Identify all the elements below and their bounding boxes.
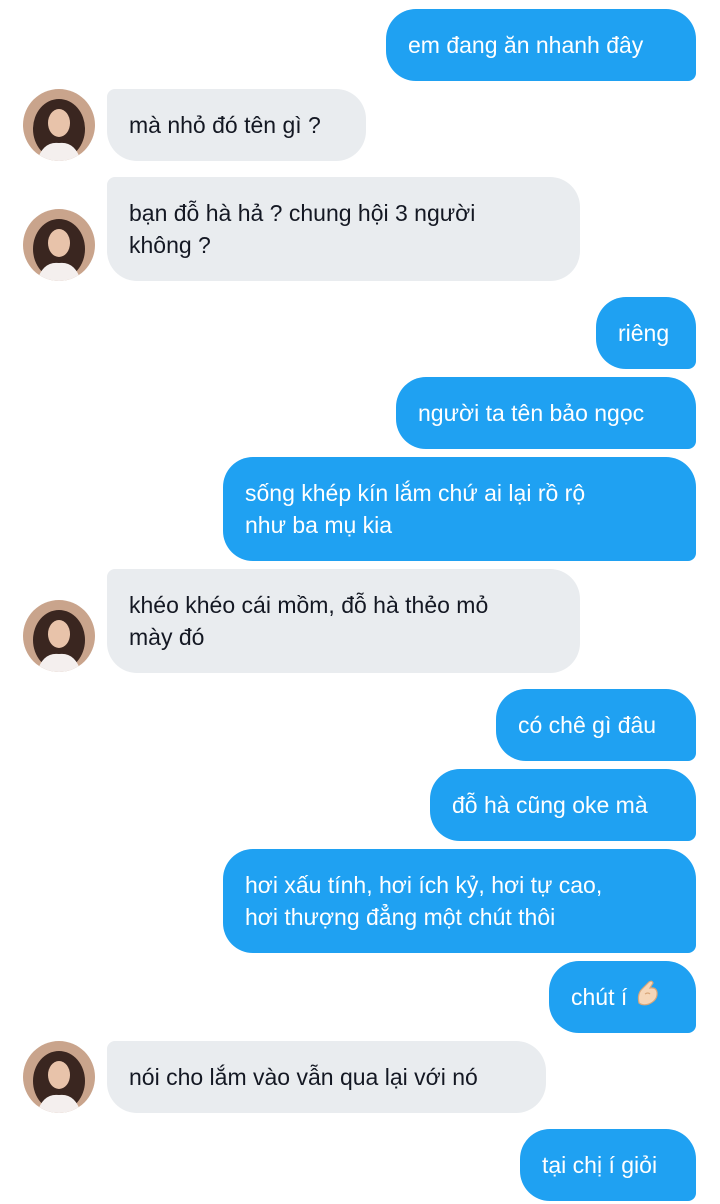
- avatar-photo-icon: [23, 600, 95, 672]
- message-bubble-incoming[interactable]: khéo khéo cái mồm, đỗ hà thẻo mỏ mày đó: [107, 569, 580, 673]
- message-text: hơi xấu tính, hơi ích kỷ, hơi tự cao, hơ…: [245, 872, 603, 930]
- message-bubble-outgoing[interactable]: có chê gì đâu: [496, 689, 696, 761]
- message-text: sống khép kín lắm chứ ai lại rồ rộ như b…: [245, 480, 586, 538]
- message-bubble-outgoing[interactable]: sống khép kín lắm chứ ai lại rồ rộ như b…: [223, 457, 696, 561]
- avatar-photo-icon: [23, 209, 95, 281]
- message-text: nói cho lắm vào vẫn qua lại với nó: [129, 1064, 478, 1090]
- message-bubble-outgoing[interactable]: chút í: [549, 961, 696, 1033]
- message-bubble-outgoing[interactable]: riêng: [596, 297, 696, 369]
- contact-avatar[interactable]: [23, 600, 95, 672]
- message-bubble-outgoing[interactable]: hơi xấu tính, hơi ích kỷ, hơi tự cao, hơ…: [223, 849, 696, 953]
- message-text: có chê gì đâu: [518, 712, 657, 738]
- message-text: em đang ăn nhanh đây: [408, 32, 644, 58]
- message-bubble-outgoing[interactable]: đỗ hà cũng oke mà: [430, 769, 696, 841]
- contact-avatar[interactable]: [23, 1041, 95, 1113]
- message-text: khéo khéo cái mồm, đỗ hà thẻo mỏ mày đó: [129, 592, 489, 650]
- message-bubble-outgoing[interactable]: em đang ăn nhanh đây: [386, 9, 696, 81]
- message-bubble-incoming[interactable]: mà nhỏ đó tên gì ?: [107, 89, 366, 161]
- message-text: bạn đỗ hà hả ? chung hội 3 người không ?: [129, 200, 476, 258]
- message-bubble-outgoing[interactable]: tại chị í giỏi: [520, 1129, 696, 1201]
- avatar-photo-icon: [23, 89, 95, 161]
- message-text: chút í: [571, 984, 628, 1010]
- pinching-hand-icon: [633, 979, 661, 1015]
- message-text: người ta tên bảo ngọc: [418, 400, 645, 426]
- message-text: mà nhỏ đó tên gì ?: [129, 112, 321, 138]
- message-text: đỗ hà cũng oke mà: [452, 792, 648, 818]
- contact-avatar[interactable]: [23, 89, 95, 161]
- message-text: riêng: [618, 320, 670, 346]
- contact-avatar[interactable]: [23, 209, 95, 281]
- message-bubble-incoming[interactable]: bạn đỗ hà hả ? chung hội 3 người không ?: [107, 177, 580, 281]
- message-bubble-incoming[interactable]: nói cho lắm vào vẫn qua lại với nó: [107, 1041, 546, 1113]
- message-bubble-outgoing[interactable]: người ta tên bảo ngọc: [396, 377, 696, 449]
- message-text: tại chị í giỏi: [542, 1152, 658, 1178]
- avatar-photo-icon: [23, 1041, 95, 1113]
